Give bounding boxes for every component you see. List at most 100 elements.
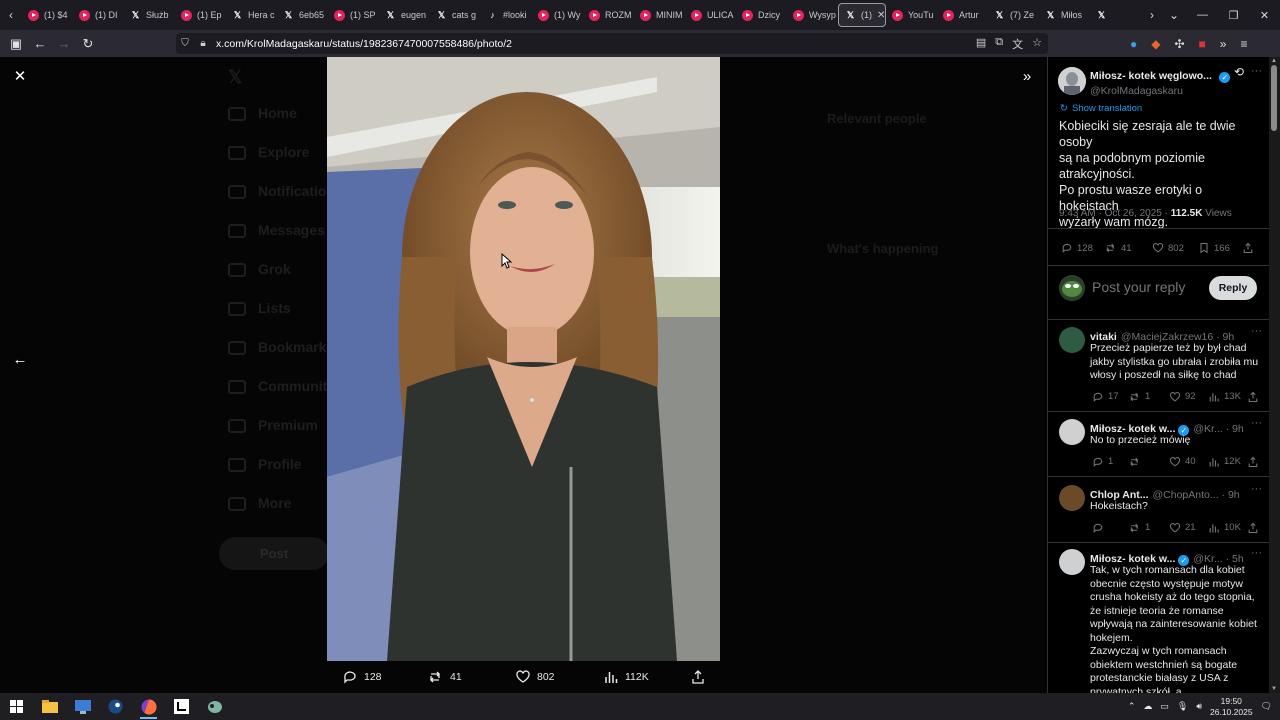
browser-tab[interactable]: 𝕏 Hera c (226, 0, 277, 30)
reply-reply-button[interactable]: 17 (1092, 391, 1119, 403)
shield-icon[interactable]: ⛉ (176, 38, 194, 49)
restore-button[interactable]: ❐ (1218, 0, 1249, 30)
author-name[interactable]: Miłosz- kotek węglowo... (1090, 70, 1212, 82)
browser-tab[interactable]: 𝕏eugen (379, 0, 430, 30)
post-bookmark-button[interactable]: 166 (1198, 242, 1230, 254)
reply-like-button[interactable]: 92 (1169, 391, 1196, 403)
close-photo-icon[interactable]: ✕ (10, 67, 30, 87)
author-avatar[interactable] (1058, 67, 1086, 95)
scrollbar-thumb[interactable] (1271, 65, 1277, 131)
reload-button[interactable]: ↻ (76, 30, 100, 57)
address-bar[interactable]: ⛉ 🔒︎ x.com/KrolMadagaskaru/status/198236… (176, 33, 1048, 54)
system-clock[interactable]: 19:50 26.10.2025 (1210, 696, 1253, 718)
snipping-tool-icon[interactable] (198, 693, 231, 720)
photo-views-button[interactable]: 112K (603, 669, 649, 685)
extensions-puzzle-icon[interactable]: ✣ (1174, 37, 1184, 51)
page-scrollbar[interactable]: ▲ ▼ (1269, 57, 1280, 693)
screenshot-icon[interactable]: ⧉ (995, 36, 1003, 52)
browser-tab[interactable]: Dzicy (736, 0, 787, 30)
minimize-button[interactable]: — (1187, 0, 1218, 30)
close-window-button[interactable]: ✕ (1249, 0, 1280, 30)
reply-repost-button[interactable]: 1 (1129, 522, 1150, 534)
browser-tab[interactable]: ROZM (583, 0, 634, 30)
browser-tab[interactable]: (1) Wy (532, 0, 583, 30)
browser-tab[interactable]: 𝕏 (1090, 0, 1141, 30)
reply-input[interactable]: Post your reply (1092, 279, 1185, 295)
previous-photo-arrow-icon[interactable]: ← (9, 349, 31, 371)
my-avatar[interactable] (1059, 275, 1085, 301)
windows-start-icon[interactable] (0, 693, 33, 720)
tab-scroll-right-button[interactable]: › (1141, 0, 1163, 30)
reply-avatar[interactable] (1059, 549, 1085, 575)
photo-like-button[interactable]: 802 (515, 669, 555, 685)
post-share-button[interactable] (1242, 242, 1254, 254)
volume-icon[interactable]: 🔊︎ (1196, 701, 1202, 712)
close-tab-icon[interactable]: ✕ (877, 10, 885, 21)
forward-button[interactable]: → (52, 30, 76, 57)
post-photo[interactable] (327, 57, 720, 661)
scroll-up-arrow-icon[interactable]: ▲ (1271, 58, 1277, 64)
reply-views-button[interactable]: 12K (1208, 456, 1241, 468)
sidebar-toggle-icon[interactable]: ▣ (4, 30, 28, 57)
microphone-icon[interactable]: 🎙︎ (1177, 701, 1188, 712)
fox-extension-icon[interactable]: ◆ (1151, 37, 1160, 51)
post-like-button[interactable]: 802 (1152, 242, 1184, 254)
browser-tab[interactable]: YouTu (886, 0, 937, 30)
reply-more-options-icon[interactable]: ··· (1251, 417, 1262, 429)
reply-avatar[interactable] (1059, 419, 1085, 445)
scroll-down-arrow-icon[interactable]: ▼ (1271, 686, 1277, 692)
reply-share-button[interactable] (1247, 522, 1259, 534)
reply-more-options-icon[interactable]: ··· (1251, 325, 1262, 337)
browser-tab[interactable]: 𝕏cats g (430, 0, 481, 30)
browser-tab[interactable]: (1) SP (328, 0, 379, 30)
reply-more-options-icon[interactable]: ··· (1251, 547, 1262, 559)
translate-icon[interactable]: 文 (1012, 36, 1023, 52)
lock-icon[interactable]: 🔒︎ (194, 38, 212, 49)
browser-tab[interactable]: ♪ #looki (481, 0, 532, 30)
browser-tab[interactable]: 𝕏 (7) Ze (988, 0, 1039, 30)
browser-tab[interactable]: 𝕏 (1) ✕ (838, 3, 886, 27)
author-handle[interactable]: @KrolMadagaskaru (1090, 85, 1230, 97)
reply-views-button[interactable]: 13K (1208, 391, 1241, 403)
post-reply-button[interactable]: 128 (1061, 242, 1093, 254)
steam-icon[interactable] (99, 693, 132, 720)
browser-tab[interactable]: 𝕏 6eb65 (277, 0, 328, 30)
post-timestamp[interactable]: 9:43 AM · Oct 26, 2025 · (1059, 208, 1171, 219)
notification-extension-icon[interactable]: ■ (1199, 37, 1206, 51)
browser-tab[interactable]: ULICA (685, 0, 736, 30)
reply-like-button[interactable]: 40 (1169, 456, 1196, 468)
grok-icon[interactable]: ⟲ (1234, 65, 1244, 79)
app-menu-icon[interactable]: ≡ (1240, 37, 1247, 51)
tab-scroll-left-button[interactable]: ‹ (0, 0, 22, 30)
network-icon[interactable]: ▭ (1160, 701, 1169, 712)
show-hidden-icons-chevron[interactable]: ⌃ (1128, 701, 1136, 712)
photo-share-button[interactable] (690, 669, 706, 685)
browser-tab[interactable]: 𝕏 Służb (124, 0, 175, 30)
browser-tab[interactable]: (1) DI (73, 0, 124, 30)
browser-tab[interactable]: Artur (937, 0, 988, 30)
reply-avatar[interactable] (1059, 485, 1085, 511)
reply-views-button[interactable]: 10K (1208, 522, 1241, 534)
reply-share-button[interactable] (1247, 456, 1259, 468)
collapse-panel-icon[interactable]: » (1016, 67, 1038, 87)
browser-tab[interactable]: (1) Ep (175, 0, 226, 30)
reply-repost-button[interactable]: 1 (1129, 391, 1150, 403)
reply-reply-button[interactable] (1092, 522, 1108, 534)
notifications-icon[interactable]: 🗨︎ (1261, 701, 1272, 712)
vpn-extension-icon[interactable]: ● (1130, 37, 1137, 51)
reply-like-button[interactable]: 21 (1169, 522, 1196, 534)
reply-avatar[interactable] (1059, 327, 1085, 353)
browser-tab[interactable]: (1) $4 (22, 0, 73, 30)
onedrive-cloud-icon[interactable]: ☁ (1143, 701, 1152, 712)
reader-view-icon[interactable]: ▤ (976, 36, 986, 52)
list-all-tabs-button[interactable]: ⌄ (1163, 0, 1185, 30)
reply-share-button[interactable] (1247, 391, 1259, 403)
photo-reply-button[interactable]: 128 (342, 669, 382, 685)
more-options-icon[interactable]: ··· (1251, 65, 1262, 77)
url-text[interactable]: x.com/KrolMadagaskaru/status/19823674700… (216, 38, 512, 50)
post-repost-button[interactable]: 41 (1105, 242, 1132, 254)
browser-tab[interactable]: Wysyp (787, 0, 838, 30)
photo-repost-button[interactable]: 41 (428, 669, 462, 685)
more-tools-chevron-icon[interactable]: » (1220, 37, 1227, 51)
reply-reply-button[interactable]: 1 (1092, 456, 1113, 468)
